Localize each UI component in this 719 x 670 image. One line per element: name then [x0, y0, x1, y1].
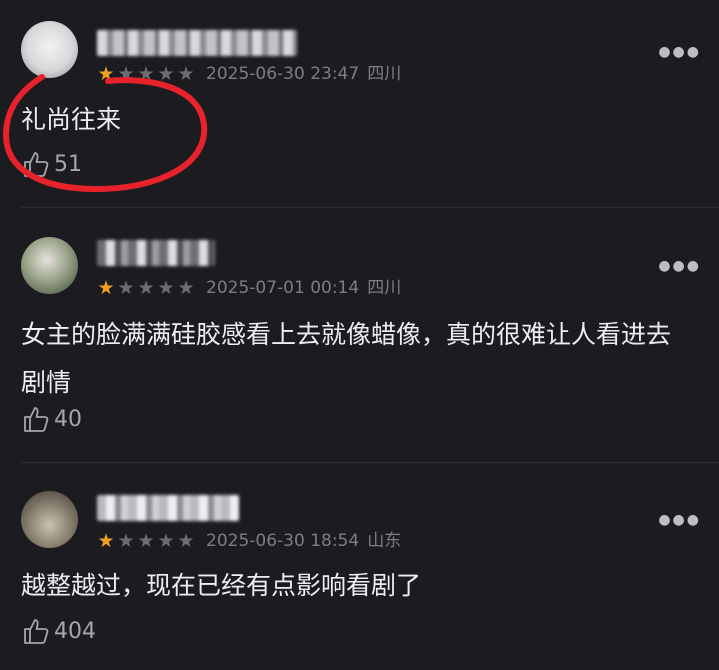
comment-text: 越整越过，现在已经有点影响看剧了 [21, 571, 422, 600]
avatar[interactable] [21, 21, 78, 78]
comment-meta: ★ ★ ★ ★ ★ 2025-06-30 18:54 山东 [96, 530, 401, 552]
avatar[interactable] [21, 237, 78, 294]
more-dots-icon[interactable]: ●●● [658, 259, 701, 273]
star-icon: ★ [177, 63, 195, 85]
username-blurred[interactable] [97, 30, 297, 56]
comment-date: 2025-07-01 00:14 [206, 278, 360, 298]
comment-location: 四川 [367, 64, 402, 84]
like-button[interactable]: 51 [22, 149, 82, 179]
comment-location: 四川 [367, 278, 402, 298]
username-blurred[interactable] [97, 240, 215, 266]
star-icon: ★ [97, 63, 115, 85]
like-button[interactable]: 40 [22, 404, 82, 434]
comment-text: 礼尚往来 [21, 105, 122, 134]
star-icon: ★ [177, 530, 195, 552]
rating-stars: ★ ★ ★ ★ ★ [96, 277, 196, 299]
star-icon: ★ [117, 277, 135, 299]
star-icon: ★ [137, 277, 155, 299]
thumbs-up-icon [24, 152, 49, 177]
star-icon: ★ [157, 277, 175, 299]
star-icon: ★ [137, 530, 155, 552]
more-dots-icon[interactable]: ●●● [658, 513, 701, 527]
star-icon: ★ [177, 277, 195, 299]
comment-text: 女主的脸满满硅胶感看上去就像蜡像，真的很难让人看进去剧情 [21, 320, 672, 397]
star-icon: ★ [117, 530, 135, 552]
star-icon: ★ [157, 530, 175, 552]
comment-location: 山东 [367, 531, 402, 551]
star-icon: ★ [117, 63, 135, 85]
divider [21, 462, 719, 463]
comment-meta: ★ ★ ★ ★ ★ 2025-07-01 00:14 四川 [96, 277, 401, 299]
avatar[interactable] [21, 491, 78, 548]
comment-meta: ★ ★ ★ ★ ★ 2025-06-30 23:47 四川 [96, 63, 401, 85]
star-icon: ★ [157, 63, 175, 85]
rating-stars: ★ ★ ★ ★ ★ [96, 530, 196, 552]
star-icon: ★ [137, 63, 155, 85]
username-blurred[interactable] [97, 495, 239, 521]
rating-stars: ★ ★ ★ ★ ★ [96, 63, 196, 85]
thumbs-up-icon [24, 407, 49, 432]
like-count: 51 [54, 151, 82, 177]
thumbs-up-icon [24, 619, 49, 644]
like-count: 40 [54, 406, 82, 432]
like-button[interactable]: 404 [22, 616, 96, 646]
star-icon: ★ [97, 530, 115, 552]
comment-date: 2025-06-30 23:47 [206, 64, 360, 84]
like-count: 404 [54, 618, 96, 644]
star-icon: ★ [97, 277, 115, 299]
more-dots-icon[interactable]: ●●● [658, 45, 701, 59]
comment-date: 2025-06-30 18:54 [206, 531, 360, 551]
divider [21, 207, 719, 208]
